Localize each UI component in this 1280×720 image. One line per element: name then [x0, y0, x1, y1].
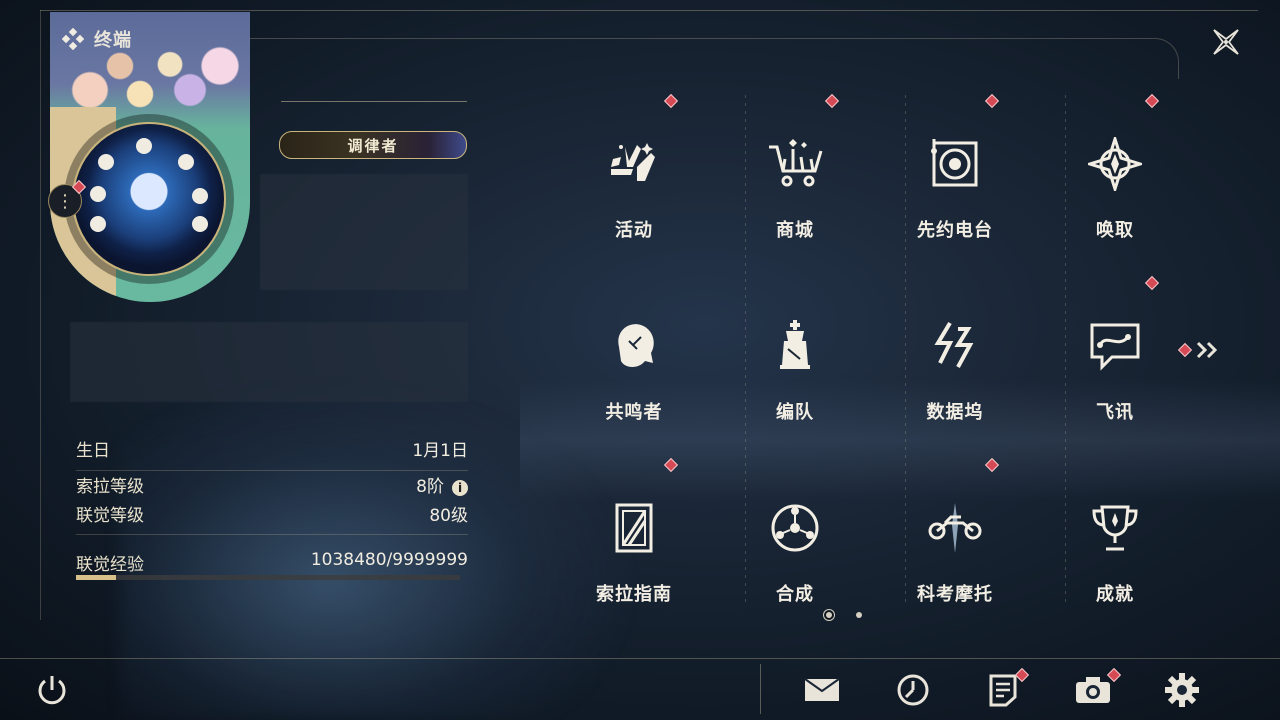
close-icon	[1213, 29, 1239, 55]
stat-row-union-exp: 联觉经验 1038480/9999999	[76, 550, 468, 575]
settings-button[interactable]	[1160, 668, 1204, 712]
notification-badge	[1144, 93, 1160, 109]
menu-item-team[interactable]: 编队	[735, 274, 855, 424]
next-page-button[interactable]	[1177, 338, 1224, 362]
exp-progress-fill	[76, 575, 116, 580]
frame-top-line	[40, 10, 1258, 11]
menu-item-synthesis[interactable]: 合成	[735, 456, 855, 606]
moon-phase-icon	[192, 216, 208, 232]
frame-curve	[250, 38, 1179, 79]
menu-item-activity[interactable]: 活动	[574, 92, 694, 242]
diamond-cluster-icon	[62, 28, 84, 50]
settings-gear-icon	[1165, 673, 1199, 707]
activity-icon	[611, 143, 655, 181]
menu-item-radio[interactable]: 先约电台	[895, 92, 1015, 242]
moon-phase-icon	[178, 154, 194, 170]
stat-divider	[76, 534, 468, 535]
page-title: 终端	[94, 30, 132, 51]
rank-title: 调律者	[347, 136, 399, 155]
clock-button[interactable]	[891, 668, 935, 712]
exp-progress-bar	[76, 575, 460, 580]
moon-phase-icon	[136, 138, 152, 154]
notification-badge	[984, 457, 1000, 473]
power-icon	[38, 676, 66, 705]
moon-phase-icon	[90, 216, 106, 232]
sola-level-value: 8阶	[416, 477, 444, 497]
moon-phase-icon	[90, 186, 106, 202]
camera-button[interactable]	[1071, 667, 1122, 712]
moon-phase-icon	[98, 154, 114, 170]
rank-title-badge: 调律者	[279, 131, 467, 159]
info-icon[interactable]: i	[452, 480, 468, 496]
notes-icon	[989, 674, 1017, 707]
notification-badge	[663, 457, 679, 473]
menu-item-shop[interactable]: 商城	[735, 92, 855, 242]
page-dot-active[interactable]	[826, 612, 832, 618]
synthesis-icon	[771, 504, 819, 552]
close-button[interactable]	[1208, 24, 1244, 60]
radio-icon	[931, 139, 978, 187]
notification-badge	[663, 93, 679, 109]
stat-row-birthday: 生日 1月1日	[76, 441, 468, 461]
chat-icon	[1090, 323, 1140, 371]
stat-divider	[76, 470, 468, 471]
frame-left-line	[40, 10, 41, 620]
guide-book-icon	[615, 503, 653, 553]
menu-item-moto[interactable]: 科考摩托	[895, 456, 1015, 606]
menu-item-convene[interactable]: 唤取	[1055, 92, 1175, 242]
chess-team-icon	[780, 320, 810, 369]
avatar[interactable]	[72, 122, 226, 276]
notes-button[interactable]	[981, 667, 1030, 712]
moon-phase-icon	[192, 188, 208, 204]
menu-item-databank[interactable]: 数据坞	[895, 274, 1015, 424]
more-vertical-icon: ⋮	[56, 190, 74, 212]
notification-badge	[824, 93, 840, 109]
camera-icon	[1076, 677, 1110, 703]
stat-row-union-level: 联觉等级 80级	[76, 506, 468, 526]
player-name-obscured	[260, 174, 468, 290]
page-indicator	[826, 612, 862, 618]
databank-icon	[934, 321, 974, 368]
double-chevron-right-icon	[1196, 341, 1218, 359]
page-title-group: 终端	[62, 26, 132, 52]
power-button[interactable]	[30, 668, 74, 712]
notification-badge	[984, 93, 1000, 109]
mail-button[interactable]	[800, 668, 844, 712]
mail-icon	[804, 678, 840, 701]
notification-badge	[1144, 275, 1160, 291]
motorbike-icon	[928, 503, 982, 553]
resonator-icon	[618, 324, 654, 367]
clock-icon	[897, 674, 929, 706]
page-dot[interactable]	[856, 612, 862, 618]
trophy-icon	[1092, 505, 1138, 551]
rank-divider	[281, 101, 467, 102]
stat-row-sola-level: 索拉等级 8阶 i	[76, 472, 468, 497]
menu-item-messages[interactable]: 飞讯	[1055, 274, 1175, 424]
menu-item-sola-guide[interactable]: 索拉指南	[574, 456, 694, 606]
gacha-compass-icon	[1088, 137, 1142, 191]
notification-badge	[1177, 342, 1193, 358]
menu-item-resonators[interactable]: 共鸣者	[574, 274, 694, 424]
bottom-bar-divider	[0, 658, 1280, 659]
bottom-bar-separator	[760, 664, 761, 714]
menu-item-achievements[interactable]: 成就	[1055, 456, 1175, 606]
signature-obscured	[70, 322, 468, 402]
shop-cart-icon	[769, 139, 823, 187]
